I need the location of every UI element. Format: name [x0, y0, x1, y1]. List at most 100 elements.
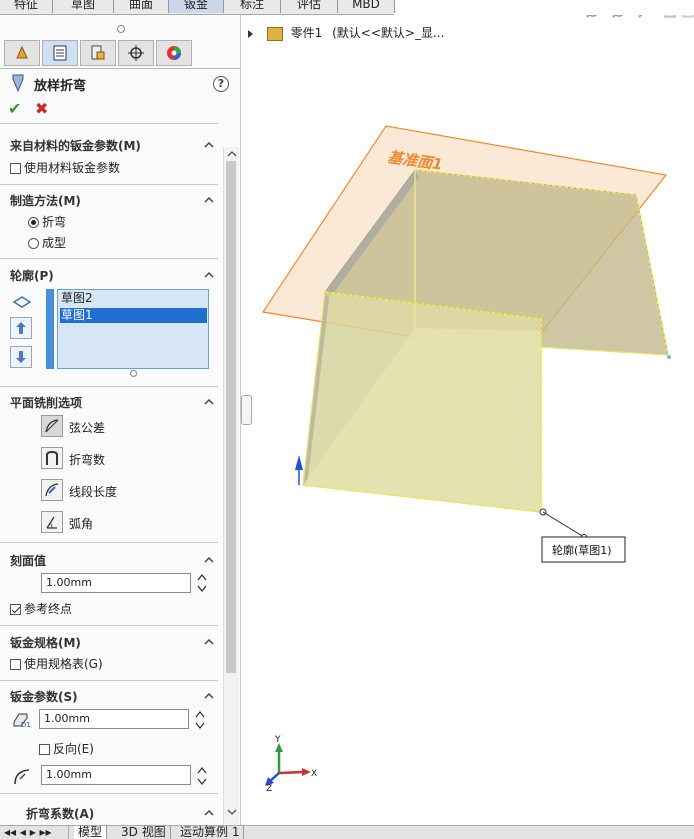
configuration-manager-tab[interactable] — [80, 40, 116, 66]
expand-arrow-icon[interactable] — [248, 29, 253, 38]
facet-value-spinner-icon[interactable] — [196, 572, 208, 594]
use-material-params-row[interactable]: 使用材料钣金参数 — [10, 159, 120, 176]
chevron-up-icon[interactable] — [204, 195, 214, 205]
chevron-up-icon[interactable] — [204, 555, 214, 565]
arrow-down-icon — [16, 351, 26, 363]
use-material-params-label: 使用材料钣金参数 — [24, 161, 121, 175]
resize-grip-icon[interactable] — [130, 370, 137, 377]
form-radio[interactable] — [28, 238, 39, 249]
panel-grip-icon[interactable] — [117, 25, 125, 33]
bend-radio-label: 折弯 — [42, 215, 67, 229]
svg-text:D1: D1 — [21, 721, 31, 729]
tab-surfaces[interactable]: 曲面 — [114, 0, 169, 13]
method-option-bend[interactable]: 折弯 — [28, 213, 66, 230]
profile-callout-label: 轮廓(草图1) — [552, 543, 612, 557]
bend-radius-input[interactable]: 1.00mm — [41, 765, 191, 785]
section-material-params-title[interactable]: 来自材料的钣金参数(M) — [10, 137, 141, 154]
feature-manager-tab[interactable] — [4, 40, 40, 66]
move-down-button[interactable] — [10, 346, 32, 368]
use-gauge-table-row[interactable]: 使用规格表(G) — [10, 655, 103, 672]
profile-item-selected[interactable]: 草图1 — [60, 308, 207, 323]
part-icon — [266, 26, 283, 41]
section-view-icon[interactable] — [664, 15, 676, 18]
configuration-manager-icon — [91, 45, 105, 60]
axis-triad: Y X Z — [265, 735, 317, 794]
chevron-up-icon[interactable] — [204, 270, 214, 280]
tab-evaluate[interactable]: 评估 — [281, 0, 338, 13]
reverse-direction-row[interactable]: 反向(E) — [39, 740, 94, 757]
selection-box-accent — [46, 289, 54, 369]
cancel-button[interactable]: ✖ — [35, 99, 48, 118]
thickness-input[interactable]: 1.00mm — [39, 709, 189, 729]
triad-z-label: Z — [266, 784, 272, 794]
chevron-up-icon[interactable] — [204, 637, 214, 647]
dimxpert-manager-tab[interactable] — [118, 40, 154, 66]
section-sheet-params-title[interactable]: 钣金参数(S) — [10, 688, 78, 705]
chevron-up-icon[interactable] — [204, 397, 214, 407]
section-faceted-title[interactable]: 平面铣削选项 — [10, 394, 82, 411]
feature-manager-icon — [16, 45, 28, 59]
chord-tolerance-button[interactable] — [41, 415, 63, 437]
use-material-params-checkbox[interactable] — [10, 163, 21, 174]
section-profiles-title[interactable]: 轮廓(P) — [10, 267, 54, 284]
tab-model[interactable]: 模型 — [74, 826, 108, 839]
section-gauge-title[interactable]: 钣金规格(M) — [10, 634, 81, 651]
facet-value-input[interactable]: 1.00mm — [41, 573, 191, 593]
tab-scroll-buttons[interactable]: ◂◂ ◂ ▸ ▸▸ — [0, 826, 69, 839]
scroll-up-icon[interactable] — [227, 149, 237, 159]
reverse-direction-checkbox[interactable] — [39, 744, 50, 755]
chevron-up-icon[interactable] — [204, 808, 214, 818]
tab-sketch[interactable]: 草图 — [53, 0, 114, 13]
help-button[interactable]: ? — [213, 76, 229, 92]
tab-annotation[interactable]: 标注 — [224, 0, 281, 13]
property-manager-tab[interactable] — [42, 40, 78, 66]
panel-collapse-handle[interactable] — [241, 395, 252, 425]
bend-radio[interactable] — [28, 217, 39, 228]
scroll-down-icon[interactable] — [227, 807, 237, 817]
chord-tolerance-icon — [45, 419, 59, 433]
chevron-up-icon[interactable] — [204, 140, 214, 150]
move-up-button[interactable] — [10, 317, 32, 339]
segment-length-button[interactable] — [41, 479, 63, 501]
section-bend-allowance-title[interactable]: 折弯系数(A) — [26, 805, 94, 822]
previous-view-icon[interactable] — [638, 15, 652, 18]
scrollbar-thumb[interactable] — [226, 161, 236, 673]
profile-item[interactable]: 草图2 — [60, 291, 207, 306]
thickness-spinner-icon[interactable] — [194, 709, 206, 731]
view-orientation-icon[interactable] — [682, 15, 694, 18]
divider — [0, 258, 218, 259]
reference-endpoint-checkbox[interactable] — [10, 604, 21, 615]
use-gauge-table-checkbox[interactable] — [10, 659, 21, 670]
tab-mbd[interactable]: MBD — [338, 0, 395, 13]
tab-sheet-metal[interactable]: 钣金 — [169, 0, 224, 13]
bottom-tab-bar: ◂◂ ◂ ▸ ▸▸ 模型 3D 视图 运动算例 1 — [0, 825, 694, 839]
ok-button[interactable]: ✔ — [8, 99, 21, 118]
section-method-title[interactable]: 制造方法(M) — [10, 192, 81, 209]
segment-length-icon — [45, 483, 59, 497]
bend-radius-icon — [14, 769, 30, 785]
tab-3d-views[interactable]: 3D 视图 — [117, 826, 171, 839]
reference-endpoint-row[interactable]: 参考终点 — [10, 600, 72, 617]
panel-scrollbar[interactable] — [223, 147, 239, 837]
tab-motion-study-1[interactable]: 运动算例 1 — [176, 826, 245, 839]
number-of-bends-button[interactable] — [41, 447, 63, 469]
chevron-up-icon[interactable] — [204, 691, 214, 701]
display-manager-tab[interactable] — [156, 40, 192, 66]
property-manager-icon — [53, 45, 67, 61]
section-facet-value-title[interactable]: 刻面值 — [10, 552, 46, 569]
arc-angle-button[interactable] — [41, 511, 63, 533]
profiles-listbox[interactable]: 草图2 草图1 — [57, 289, 209, 369]
property-manager-panel: 放样折弯 ? ✔ ✖ 来自材料的钣金参数(M) 使用材料钣金参数 制造方法(M)… — [0, 15, 241, 838]
tab-features[interactable]: 特征 — [0, 0, 53, 13]
command-manager-tabs: 特征 草图 曲面 钣金 标注 评估 MBD — [0, 0, 395, 15]
zoom-to-fit-icon[interactable] — [586, 15, 598, 18]
feature-tree-flyout[interactable]: 零件1 (默认<<默认>_显... — [248, 24, 444, 41]
divider — [0, 184, 218, 185]
bend-radius-spinner-icon[interactable] — [196, 765, 208, 787]
divider — [0, 386, 218, 387]
graphics-area[interactable]: 基准面1 轮廓(草图1) Y X Z — [241, 15, 694, 825]
profile-selection-icon — [12, 296, 32, 308]
thickness-icon: D1 — [13, 713, 31, 729]
method-option-form[interactable]: 成型 — [28, 234, 66, 251]
zoom-area-icon[interactable] — [612, 15, 624, 18]
